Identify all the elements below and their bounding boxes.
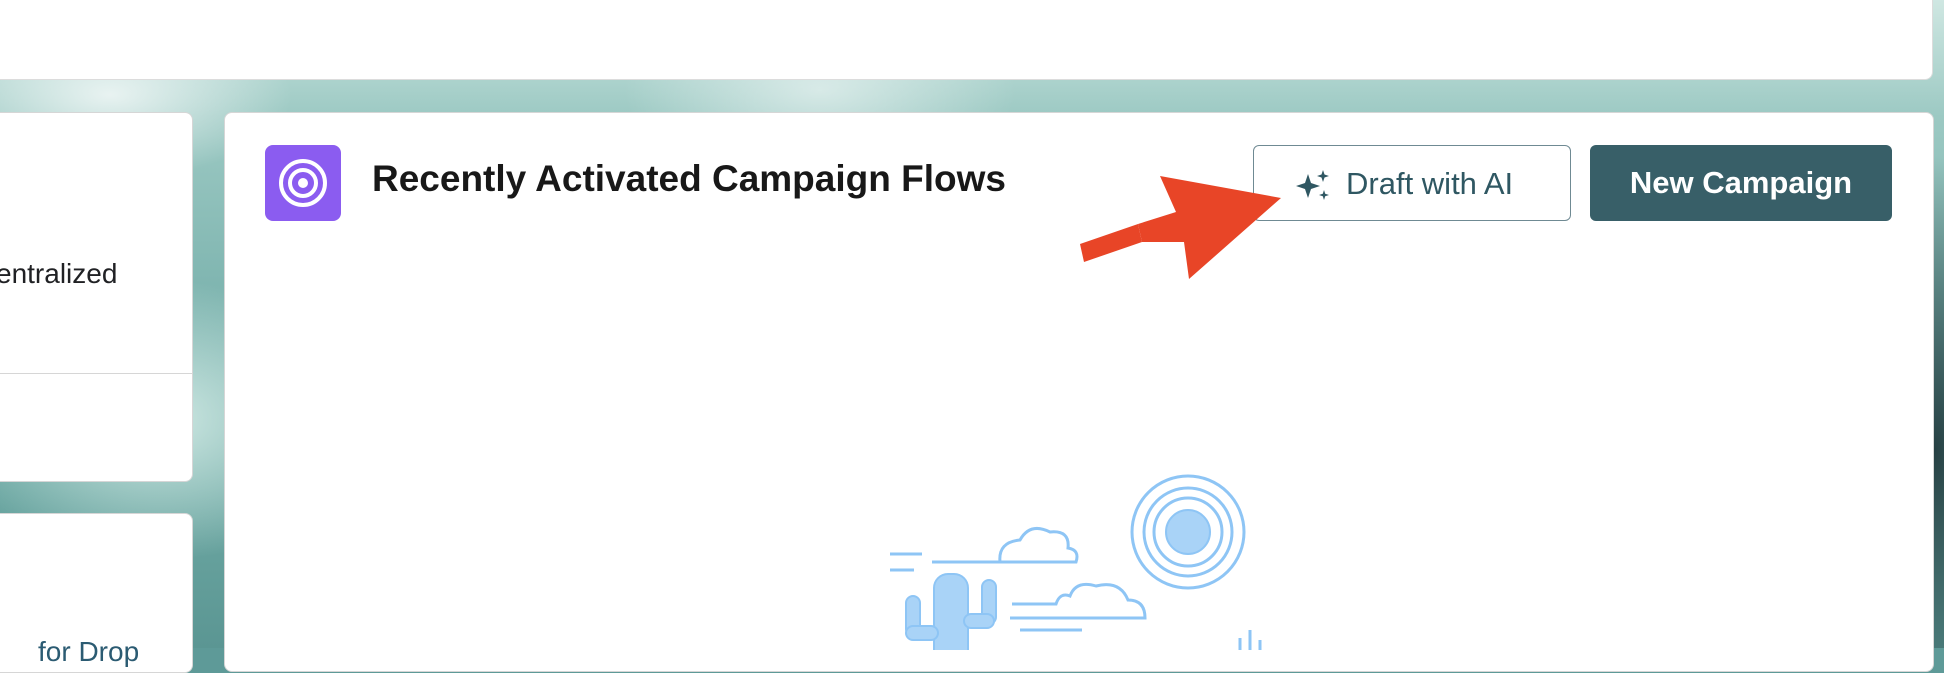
card-title: Recently Activated Campaign Flows xyxy=(372,158,1006,199)
left-card-link[interactable]: for Drop xyxy=(38,636,139,668)
top-panel xyxy=(0,0,1933,80)
sparkle-icon xyxy=(1296,170,1329,200)
draft-button-label: Draft with AI xyxy=(1346,166,1514,201)
left-card-upper xyxy=(0,112,193,482)
left-card-text: entralized xyxy=(0,258,118,289)
red-arrow-annotation xyxy=(1080,176,1281,279)
card-divider xyxy=(0,373,192,374)
draft-with-ai-button[interactable]: Draft with AI xyxy=(1253,145,1571,221)
new-campaign-button[interactable]: New Campaign xyxy=(1590,145,1892,221)
empty-state-illustration xyxy=(890,474,1262,650)
target-icon xyxy=(265,145,341,221)
